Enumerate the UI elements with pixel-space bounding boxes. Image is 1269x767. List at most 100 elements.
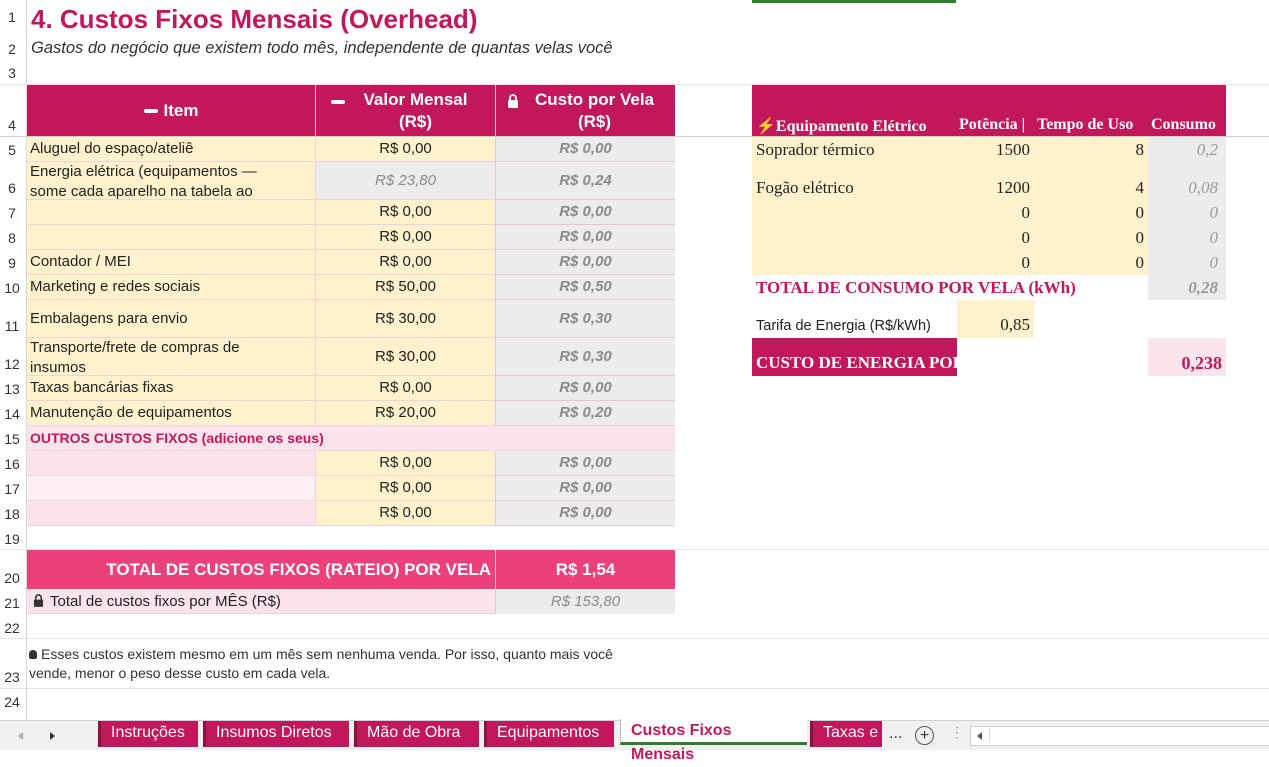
row-number[interactable]: 15	[0, 431, 24, 447]
consumo-total-label[interactable]: TOTAL DE CONSUMO POR VELA (kWh)	[756, 278, 1076, 298]
equip-name-cell[interactable]	[752, 225, 957, 250]
custo-energia-label[interactable]: CUSTO DE ENERGIA POR	[752, 338, 957, 376]
valor-cell[interactable]: R$ 0,00	[315, 451, 495, 476]
valor-cell[interactable]: R$ 0,00	[315, 376, 495, 401]
equip-name-cell[interactable]: Fogão elétrico	[752, 175, 957, 200]
custo-cell[interactable]: R$ 0,20	[495, 401, 675, 426]
item-cell[interactable]: Marketing e redes sociais	[27, 275, 315, 300]
custo-cell[interactable]: R$ 0,30	[495, 338, 675, 376]
custo-cell[interactable]: R$ 0,00	[495, 476, 675, 501]
equip-potencia-cell[interactable]: 0	[957, 225, 1034, 250]
equip-header-potencia[interactable]: Potência |	[959, 116, 1025, 134]
item-cell[interactable]	[27, 200, 315, 225]
equip-tempo-cell[interactable]: 8	[1034, 137, 1148, 175]
month-total-row[interactable]: Total de custos fixos por MÊS (R$)	[27, 589, 495, 614]
item-cell[interactable]: Contador / MEI	[27, 250, 315, 275]
item-cell[interactable]	[27, 225, 315, 250]
item-cell[interactable]: Aluguel do espaço/ateliê	[27, 137, 315, 162]
item-cell[interactable]: Taxas bancárias fixas	[27, 376, 315, 401]
row-number[interactable]: 7	[0, 205, 24, 221]
month-total-value[interactable]: R$ 153,80	[495, 589, 675, 614]
equip-tempo-cell[interactable]: 0	[1034, 225, 1148, 250]
tab-insumos-diretos[interactable]: Insumos Diretos	[203, 721, 349, 747]
row-number[interactable]: 10	[0, 280, 24, 296]
valor-cell[interactable]: R$ 0,00	[315, 225, 495, 250]
valor-cell[interactable]: R$ 0,00	[315, 501, 495, 526]
valor-cell[interactable]: R$ 30,00	[315, 338, 495, 376]
custo-cell[interactable]: R$ 0,00	[495, 137, 675, 162]
custo-cell[interactable]: R$ 0,00	[495, 501, 675, 526]
add-sheet-icon[interactable]: +	[915, 726, 934, 745]
valor-cell[interactable]: R$ 0,00	[315, 137, 495, 162]
tarifa-label[interactable]: Tarifa de Energia (R$/kWh)	[756, 318, 931, 334]
tarifa-value[interactable]: 0,85	[957, 300, 1034, 338]
custo-cell[interactable]: R$ 0,50	[495, 275, 675, 300]
row-number[interactable]: 20	[0, 570, 24, 586]
valor-cell[interactable]: R$ 30,00	[315, 300, 495, 338]
equip-tempo-cell[interactable]: 0	[1034, 200, 1148, 225]
scroll-right-icon[interactable]	[50, 732, 55, 740]
tab-instrucoes[interactable]: Instruções	[98, 721, 198, 747]
equip-tempo-cell[interactable]: 0	[1034, 250, 1148, 275]
equip-potencia-cell[interactable]: 0	[957, 250, 1034, 275]
equip-header-equip[interactable]: ⚡Equipamento Elétrico	[756, 116, 927, 136]
equip-consumo-cell[interactable]: 0,08	[1148, 175, 1226, 200]
custo-cell[interactable]: R$ 0,00	[495, 376, 675, 401]
total-value[interactable]: R$ 1,54	[495, 550, 675, 589]
valor-cell[interactable]: R$ 0,00	[315, 200, 495, 225]
header-valor[interactable]: Valor Mensal (R$)	[315, 85, 495, 136]
equip-consumo-cell[interactable]: 0	[1148, 200, 1226, 225]
item-cell[interactable]	[27, 476, 315, 501]
valor-cell[interactable]: R$ 20,00	[315, 401, 495, 426]
row-number[interactable]: 14	[0, 406, 24, 422]
more-tabs-ellipsis[interactable]: ...	[889, 725, 902, 743]
header-custo[interactable]: Custo por Vela (R$)	[495, 85, 675, 136]
row-number[interactable]: 24	[0, 694, 24, 710]
row-number[interactable]: 13	[0, 381, 24, 397]
custo-energia-value[interactable]: 0,238	[1148, 338, 1226, 376]
row-number[interactable]: 18	[0, 506, 24, 522]
equip-header-consumo[interactable]: Consumo	[1151, 116, 1216, 134]
row-number[interactable]: 11	[0, 318, 24, 334]
tab-taxas[interactable]: Taxas e	[810, 721, 882, 747]
row-number[interactable]: 12	[0, 356, 24, 372]
row-number[interactable]: 2	[0, 41, 24, 57]
equip-potencia-cell[interactable]: 1200	[957, 175, 1034, 200]
tab-custos-fixos-mensais[interactable]: Custos Fixos Mensais	[620, 719, 807, 763]
row-number[interactable]: 1	[0, 9, 24, 25]
outros-section-label[interactable]: OUTROS CUSTOS FIXOS (adicione os seus)	[27, 426, 675, 451]
row-number[interactable]: 6	[0, 180, 24, 196]
equip-potencia-cell[interactable]: 0	[957, 200, 1034, 225]
equip-tempo-cell[interactable]: 4	[1034, 175, 1148, 200]
row-number[interactable]: 22	[0, 620, 24, 636]
row-number[interactable]: 23	[0, 669, 24, 685]
custo-cell[interactable]: R$ 0,30	[495, 300, 675, 338]
item-cell[interactable]	[27, 451, 315, 476]
tab-mao-de-obra[interactable]: Mão de Obra	[354, 721, 479, 747]
custo-cell[interactable]: R$ 0,00	[495, 451, 675, 476]
valor-cell[interactable]: R$ 0,00	[315, 476, 495, 501]
scrollbar-left-arrow-icon[interactable]	[977, 732, 982, 740]
row-number[interactable]: 5	[0, 142, 24, 158]
custo-cell[interactable]: R$ 0,00	[495, 225, 675, 250]
valor-cell[interactable]: R$ 0,00	[315, 250, 495, 275]
row-number[interactable]: 4	[0, 117, 24, 133]
item-cell[interactable]: Manutenção de equipamentos	[27, 401, 315, 426]
item-cell[interactable]: Transporte/frete de compras de insumos	[27, 338, 315, 376]
scroll-left-icon[interactable]	[18, 732, 23, 740]
total-label[interactable]: TOTAL DE CUSTOS FIXOS (RATEIO) POR VELA	[27, 550, 495, 589]
tab-options-icon[interactable]: ⋮	[950, 724, 964, 741]
header-item[interactable]: Item	[27, 85, 315, 136]
row-number[interactable]: 19	[0, 531, 24, 547]
tab-equipamentos[interactable]: Equipamentos	[484, 721, 614, 747]
row-number[interactable]: 9	[0, 255, 24, 271]
equip-header-tempo[interactable]: Tempo de Uso	[1037, 116, 1133, 134]
scrollbar-thumb[interactable]	[989, 728, 1260, 742]
horizontal-scrollbar[interactable]	[970, 726, 1269, 746]
item-cell[interactable]	[27, 501, 315, 526]
item-cell[interactable]: Embalagens para envio	[27, 300, 315, 338]
equip-name-cell[interactable]	[752, 250, 957, 275]
equip-name-cell[interactable]	[752, 200, 957, 225]
custo-cell[interactable]: R$ 0,24	[495, 162, 675, 200]
row-number[interactable]: 21	[0, 595, 24, 611]
